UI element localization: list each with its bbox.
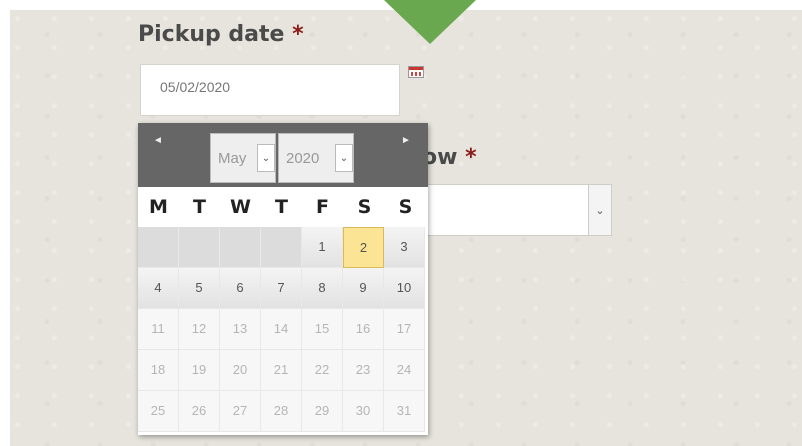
day-cell: 12 [179, 309, 220, 350]
year-select-value: 2020 [286, 150, 320, 167]
prev-month-icon[interactable]: ◄ [153, 135, 163, 146]
weekday-header: S [344, 187, 385, 227]
weekday-header: W [220, 187, 261, 227]
day-cell: 13 [220, 309, 261, 350]
pickup-date-label-text: Pickup date [138, 22, 285, 47]
pickup-date-value: 05/02/2020 [160, 79, 231, 95]
pickup-window-select[interactable]: ⌄ [420, 184, 612, 236]
required-mark: * [292, 22, 304, 47]
day-cell: 29 [302, 391, 343, 432]
required-mark-2: * [465, 145, 477, 170]
day-cell: 19 [179, 350, 220, 391]
day-cell: 23 [343, 350, 384, 391]
day-cell[interactable]: 1 [302, 227, 343, 268]
day-cell: 31 [384, 391, 425, 432]
day-cell: 15 [302, 309, 343, 350]
empty-day-cell [261, 227, 302, 268]
day-cell[interactable]: 7 [261, 268, 302, 309]
day-cell[interactable]: 5 [179, 268, 220, 309]
calendar-icon[interactable] [408, 66, 424, 78]
day-cell: 26 [179, 391, 220, 432]
empty-day-cell [220, 227, 261, 268]
year-select[interactable]: 2020 ⌄ [278, 133, 354, 183]
indicator-arrow-icon [384, 0, 476, 44]
pickup-date-label: Pickup date * [138, 22, 304, 47]
weekday-header: T [261, 187, 302, 227]
chevron-down-icon[interactable]: ⌄ [588, 185, 611, 235]
day-cell[interactable]: 10 [384, 268, 425, 309]
day-cell: 30 [343, 391, 384, 432]
day-cell: 11 [138, 309, 179, 350]
day-cell: 21 [261, 350, 302, 391]
day-cell: 18 [138, 350, 179, 391]
day-cell: 20 [220, 350, 261, 391]
day-cell: 17 [384, 309, 425, 350]
datepicker-popup: ◄ ► May ⌄ 2020 ⌄ M T W T F S S 1 2 3 4 5 6 7 8 9 10 11 12 1… [138, 123, 428, 435]
weekday-header: T [179, 187, 220, 227]
empty-day-cell [179, 227, 220, 268]
month-select-value: May [218, 150, 247, 167]
next-month-icon[interactable]: ► [401, 135, 411, 146]
datepicker-header: ◄ ► May ⌄ 2020 ⌄ [138, 123, 428, 187]
day-cell[interactable]: 6 [220, 268, 261, 309]
day-cell: 22 [302, 350, 343, 391]
chevron-down-icon[interactable]: ⌄ [257, 144, 275, 172]
day-cell: 28 [261, 391, 302, 432]
day-cell: 16 [343, 309, 384, 350]
chevron-down-icon[interactable]: ⌄ [335, 144, 353, 172]
day-cell: 24 [384, 350, 425, 391]
day-cell[interactable]: 2 [343, 227, 384, 268]
weekday-header: S [385, 187, 426, 227]
month-select[interactable]: May ⌄ [210, 133, 276, 183]
day-cell[interactable]: 9 [343, 268, 384, 309]
pickup-date-input[interactable]: 05/02/2020 [140, 64, 400, 116]
day-cell: 27 [220, 391, 261, 432]
day-cell[interactable]: 8 [302, 268, 343, 309]
day-cell: 25 [138, 391, 179, 432]
weekday-header: F [302, 187, 343, 227]
day-cell[interactable]: 3 [384, 227, 425, 268]
empty-day-cell [138, 227, 179, 268]
day-cell[interactable]: 4 [138, 268, 179, 309]
day-cell: 14 [261, 309, 302, 350]
pickup-window-label: ow * [422, 145, 477, 170]
weekday-header: M [138, 187, 179, 227]
